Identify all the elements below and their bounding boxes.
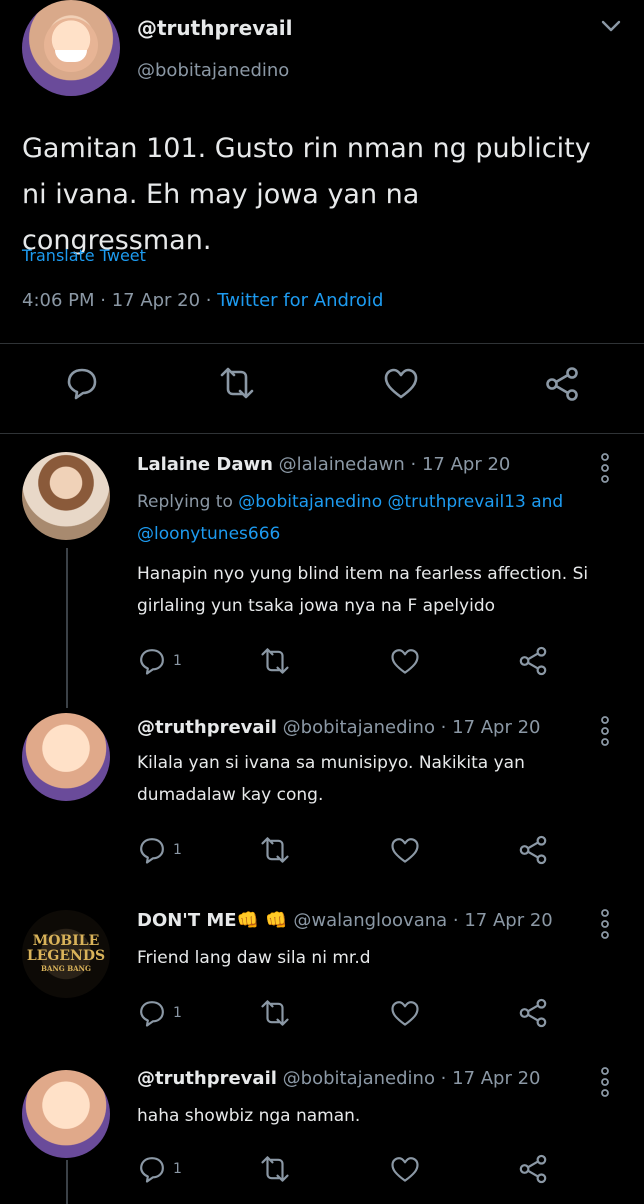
like-icon[interactable] — [389, 644, 421, 678]
reply-handle-date[interactable]: @bobitajanedino · 17 Apr 20 — [283, 1068, 541, 1089]
more-options-icon[interactable] — [600, 715, 610, 747]
translate-tweet-link[interactable]: Translate Tweet — [22, 246, 146, 265]
replying-to-prefix: Replying to — [137, 492, 239, 512]
thread-line — [66, 548, 68, 708]
retweet-icon[interactable] — [218, 365, 258, 405]
like-icon[interactable] — [389, 1152, 421, 1186]
share-icon[interactable] — [543, 365, 583, 405]
more-options-icon[interactable] — [600, 1066, 610, 1098]
reply-avatar[interactable] — [22, 1070, 110, 1158]
tweet-text: Gamitan 101. Gusto rin nman ng publicity… — [22, 133, 591, 256]
retweet-icon[interactable] — [259, 1152, 291, 1186]
reply-actions: 1 — [137, 996, 597, 1030]
reply-icon[interactable] — [64, 365, 104, 405]
avatar-logo-text: MOBILE — [32, 933, 100, 949]
more-options-icon[interactable] — [600, 908, 610, 940]
reply-actions: 1 — [137, 644, 597, 678]
avatar-logo-text: BANG BANG — [41, 964, 91, 973]
retweet-icon[interactable] — [259, 996, 291, 1030]
reply-button[interactable]: 1 — [137, 833, 182, 867]
reply-avatar[interactable] — [22, 452, 110, 540]
reply-handle-date[interactable]: @lalainedawn · 17 Apr 20 — [279, 454, 511, 475]
reply-count: 1 — [173, 842, 182, 858]
reply-text: Hanapin nyo yung blind item na fearless … — [137, 564, 589, 616]
like-icon[interactable] — [382, 365, 422, 405]
reply-header: Lalaine Dawn @lalainedawn · 17 Apr 20 — [137, 454, 510, 475]
reply-avatar[interactable]: MOBILE LEGENDS BANG BANG — [22, 910, 110, 998]
reply-text: haha showbiz nga naman. — [137, 1106, 361, 1126]
reply-actions: 1 — [137, 833, 597, 867]
reply-author-name[interactable]: Lalaine Dawn — [137, 454, 273, 475]
like-icon[interactable] — [389, 996, 421, 1030]
author-handle[interactable]: @bobitajanedino — [137, 60, 289, 81]
reply-text: Kilala yan si ivana sa munisipyo. Nakiki… — [137, 753, 525, 805]
reply-author-name[interactable]: @truthprevail — [137, 1068, 277, 1089]
reply-count: 1 — [173, 1005, 182, 1021]
tweet-source-link[interactable]: Twitter for Android — [217, 290, 383, 311]
share-icon[interactable] — [517, 833, 549, 867]
retweet-icon[interactable] — [259, 833, 291, 867]
author-name[interactable]: @truthprevail — [137, 16, 292, 40]
reply-avatar[interactable] — [22, 713, 110, 801]
like-icon[interactable] — [389, 833, 421, 867]
reply-handle-date[interactable]: @walangloovana · 17 Apr 20 — [293, 910, 552, 931]
chevron-down-icon[interactable] — [600, 18, 622, 34]
more-options-icon[interactable] — [600, 452, 610, 484]
reply-button[interactable]: 1 — [137, 1152, 182, 1186]
tweet-meta: 4:06 PM · 17 Apr 20 · Twitter for Androi… — [22, 290, 383, 311]
reply-header: @truthprevail @bobitajanedino · 17 Apr 2… — [137, 1068, 541, 1089]
reply-author-name[interactable]: @truthprevail — [137, 717, 277, 738]
tweet-actions — [0, 365, 644, 415]
divider — [0, 343, 644, 344]
thread-line — [66, 1160, 68, 1204]
share-icon[interactable] — [517, 996, 549, 1030]
reply-icon — [140, 649, 164, 675]
reply-header: @truthprevail @bobitajanedino · 17 Apr 2… — [137, 717, 541, 738]
author-avatar[interactable] — [22, 0, 120, 96]
reply-button[interactable]: 1 — [137, 644, 182, 678]
tweet-timestamp: 4:06 PM · 17 Apr 20 · — [22, 290, 218, 311]
reply-header: DON'T ME👊 👊 @walangloovana · 17 Apr 20 — [137, 910, 553, 931]
share-icon[interactable] — [517, 644, 549, 678]
replying-to: Replying to @bobitajanedino @truthprevai… — [137, 486, 607, 550]
share-icon[interactable] — [517, 1152, 549, 1186]
reply-count: 1 — [173, 653, 182, 669]
retweet-icon[interactable] — [259, 644, 291, 678]
divider — [0, 433, 644, 434]
reply-button[interactable]: 1 — [137, 996, 182, 1030]
avatar-logo-text: LEGENDS — [26, 948, 106, 964]
reply-handle-date[interactable]: @bobitajanedino · 17 Apr 20 — [283, 717, 541, 738]
reply-actions: 1 — [137, 1152, 597, 1186]
reply-count: 1 — [173, 1161, 182, 1177]
reply-text: Friend lang daw sila ni mr.d — [137, 948, 371, 968]
reply-author-name[interactable]: DON'T ME👊 👊 — [137, 910, 288, 931]
